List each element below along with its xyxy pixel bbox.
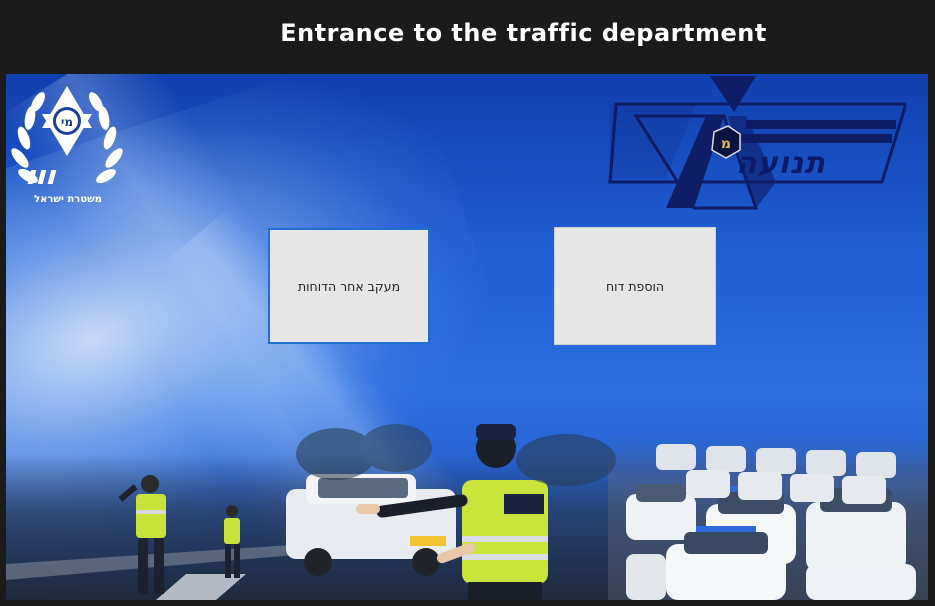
police-badge-letters: מי: [61, 115, 73, 129]
track-reports-button[interactable]: מעקב אחר הדוחות: [268, 228, 430, 344]
officer-left-figure: [118, 475, 166, 594]
add-report-button[interactable]: הוספת דוח: [554, 227, 716, 345]
window-title: Entrance to the traffic department: [280, 19, 767, 47]
app-window: Entrance to the traffic department מי מש…: [0, 0, 935, 606]
white-pickup-truck: [286, 474, 456, 576]
police-cars: [626, 444, 916, 600]
bottom-border: [0, 600, 935, 606]
police-caption: משטרת ישראל: [34, 194, 102, 205]
track-reports-label: מעקב אחר הדוחות: [297, 278, 401, 294]
traffic-star-logo-icon: מ: [608, 76, 906, 210]
officer-small-figure: [224, 505, 240, 578]
main-canvas: מי משטרת ישראל מ תנועה מעקב אחר הדוחות ה…: [6, 74, 928, 600]
tree-line: [296, 424, 616, 486]
traffic-logo-text: תנועה: [736, 146, 826, 181]
title-bar: Entrance to the traffic department: [0, 0, 935, 72]
add-report-label: הוספת דוח: [605, 278, 665, 294]
traffic-badge-letter: מ: [721, 136, 731, 152]
